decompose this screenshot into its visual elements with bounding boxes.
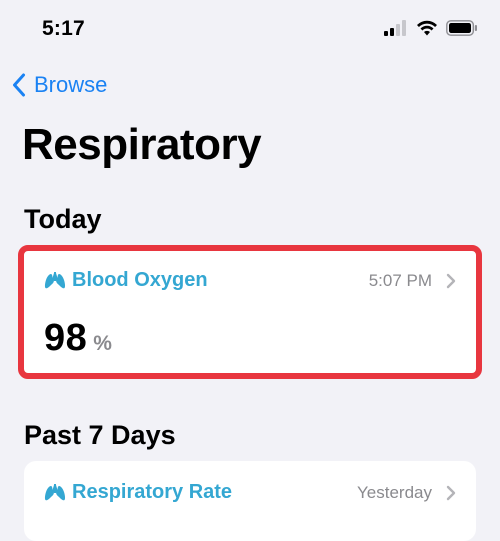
chevron-right-icon [446, 485, 456, 500]
section-title-today: Today [24, 204, 102, 234]
blood-oxygen-card[interactable]: Blood Oxygen 5:07 PM 98 % [18, 245, 482, 379]
wifi-icon [417, 20, 437, 36]
page-title: Respiratory [22, 120, 262, 169]
blood-oxygen-value-row: 98 % [44, 317, 112, 360]
blood-oxygen-label: Blood Oxygen [72, 269, 208, 291]
blood-oxygen-unit: % [93, 332, 112, 355]
chevron-left-icon [13, 73, 25, 97]
status-bar: 5:17 [0, 0, 500, 58]
cellular-signal-icon [384, 20, 406, 36]
blood-oxygen-card-header: Blood Oxygen 5:07 PM [44, 269, 456, 292]
respiratory-rate-time: Yesterday [357, 482, 432, 502]
blood-oxygen-metric: Blood Oxygen [44, 269, 208, 292]
lungs-icon [44, 271, 66, 288]
status-icons [384, 20, 478, 36]
respiratory-rate-card-header: Respiratory Rate Yesterday [44, 481, 456, 504]
lungs-icon [44, 483, 66, 500]
browse-back-button[interactable]: Browse [12, 72, 107, 98]
blood-oxygen-time: 5:07 PM [368, 270, 432, 290]
blood-oxygen-value: 98 [44, 317, 88, 359]
battery-icon [446, 20, 477, 36]
chevron-right-icon [446, 273, 456, 288]
respiratory-rate-label: Respiratory Rate [72, 481, 233, 503]
section-title-past-7-days: Past 7 Days [24, 420, 176, 450]
status-time: 5:17 [42, 17, 85, 40]
browse-back-label: Browse [34, 72, 108, 97]
respiratory-rate-metric: Respiratory Rate [44, 481, 232, 504]
respiratory-rate-card[interactable]: Respiratory Rate Yesterday [24, 461, 476, 541]
blood-oxygen-meta: 5:07 PM [369, 271, 456, 291]
respiratory-rate-meta: Yesterday [357, 483, 456, 503]
